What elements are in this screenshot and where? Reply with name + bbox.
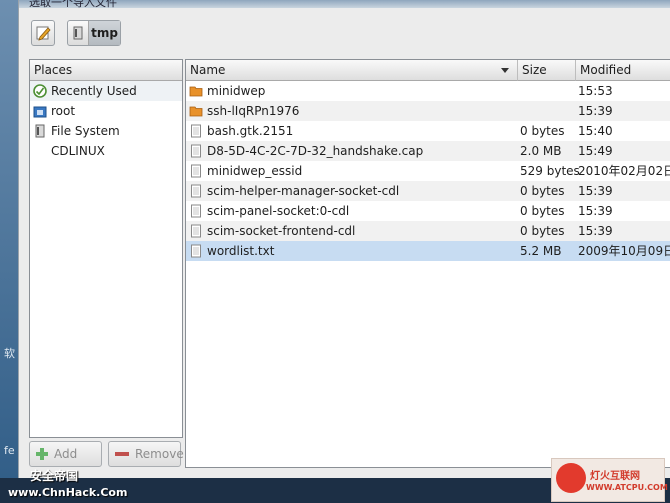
file-icon: [191, 224, 201, 238]
file-icon: [191, 184, 201, 198]
plus-icon: [36, 448, 48, 460]
file-name: minidwep_essid: [207, 164, 303, 178]
add-label: Add: [54, 447, 78, 461]
sort-down-icon: [501, 68, 509, 73]
file-icon: [191, 164, 201, 178]
file-name: minidwep: [207, 84, 266, 98]
watermark-url: www.ChnHack.Com: [8, 486, 128, 499]
file-icon: [191, 144, 201, 158]
folder-icon: [189, 86, 203, 97]
watermark-text: 安全帝国: [30, 469, 79, 483]
drive-icon: [73, 26, 83, 40]
file-row[interactable]: wordlist.txt 5.2 MB 2009年10月09日: [186, 241, 670, 261]
file-modified: 15:39: [578, 184, 613, 198]
home-folder-icon: [33, 106, 47, 118]
file-row[interactable]: minidwep_essid 529 bytes 2010年02月02日: [186, 161, 670, 181]
column-header-name[interactable]: Name: [186, 60, 518, 81]
path-root-button[interactable]: [68, 21, 89, 45]
remove-bookmark-button[interactable]: Remove: [108, 441, 184, 467]
file-modified: 15:40: [578, 124, 613, 138]
column-label: Name: [190, 63, 226, 77]
file-size: 0 bytes: [520, 184, 565, 198]
add-bookmark-button[interactable]: Add: [29, 441, 102, 467]
places-item-cdlinux[interactable]: CDLINUX: [30, 141, 182, 161]
file-icon: [191, 244, 201, 258]
file-modified: 15:39: [578, 204, 613, 218]
places-item-root[interactable]: root: [30, 101, 182, 121]
file-list: Name Size Modified minidwep 15:53 ssh-lIqR…: [185, 59, 670, 468]
desktop-left-strip: 软 fe: [0, 0, 18, 503]
path-tmp-button[interactable]: tmp: [89, 21, 120, 45]
path-bar: tmp: [67, 20, 121, 46]
file-name: ssh-lIqRPn1976: [207, 104, 300, 118]
type-location-button[interactable]: [31, 20, 55, 46]
file-size: 2.0 MB: [520, 144, 562, 158]
places-item-label: CDLINUX: [51, 144, 105, 158]
remove-label: Remove: [135, 447, 184, 461]
title-bar[interactable]: 选取一个导入文件: [19, 0, 670, 8]
minus-icon: [115, 452, 129, 456]
desktop-text: fe: [4, 444, 15, 457]
file-name: bash.gtk.2151: [207, 124, 294, 138]
column-label: Size: [522, 63, 547, 77]
places-item-label: File System: [51, 124, 120, 138]
file-modified: 15:39: [578, 224, 613, 238]
file-modified: 2010年02月02日: [578, 164, 670, 178]
file-icon: [191, 204, 201, 218]
places-item-label: root: [51, 104, 76, 118]
file-name: scim-helper-manager-socket-cdl: [207, 184, 400, 198]
file-modified: 2009年10月09日: [578, 244, 670, 258]
file-name: scim-socket-frontend-cdl: [207, 224, 356, 238]
file-size: 0 bytes: [520, 124, 565, 138]
file-modified: 15:39: [578, 104, 613, 118]
watermark-logo: 灯火互联网 WWW.ATCPU.COM: [551, 458, 668, 502]
places-pane: Places Recently Used root File System CD…: [29, 59, 183, 438]
column-header-modified[interactable]: Modified: [576, 60, 670, 81]
file-name: wordlist.txt: [207, 244, 275, 258]
file-row[interactable]: ssh-lIqRPn1976 15:39: [186, 101, 670, 121]
logo-url: WWW.ATCPU.COM: [586, 483, 668, 492]
file-row[interactable]: scim-panel-socket:0-cdl 0 bytes 15:39: [186, 201, 670, 221]
places-item-recently-used[interactable]: Recently Used: [30, 81, 182, 101]
file-size: 529 bytes: [520, 164, 580, 178]
window-title: 选取一个导入文件: [29, 0, 117, 8]
drive-icon: [35, 124, 45, 138]
file-size: 0 bytes: [520, 204, 565, 218]
logo-icon: [556, 463, 586, 493]
recently-used-icon: [33, 84, 47, 98]
file-modified: 15:49: [578, 144, 613, 158]
file-modified: 15:53: [578, 84, 613, 98]
file-row[interactable]: scim-socket-frontend-cdl 0 bytes 15:39: [186, 221, 670, 241]
file-name: scim-panel-socket:0-cdl: [207, 204, 350, 218]
file-rows: minidwep 15:53 ssh-lIqRPn1976 15:39 bash.gtk…: [186, 81, 670, 261]
file-chooser-dialog: 选取一个导入文件 tmp Places Recently Used root F…: [18, 0, 670, 478]
file-size: 0 bytes: [520, 224, 565, 238]
folder-icon: [189, 106, 203, 117]
file-row[interactable]: minidwep 15:53: [186, 81, 670, 101]
column-header-size[interactable]: Size: [518, 60, 576, 81]
file-size: 5.2 MB: [520, 244, 562, 258]
file-row[interactable]: bash.gtk.2151 0 bytes 15:40: [186, 121, 670, 141]
file-icon: [191, 124, 201, 138]
edit-pencil-icon: [36, 26, 51, 41]
file-list-header: Name Size Modified: [186, 60, 670, 81]
places-item-label: Recently Used: [51, 84, 137, 98]
logo-text: 灯火互联网: [590, 471, 640, 482]
places-item-file-system[interactable]: File System: [30, 121, 182, 141]
column-label: Modified: [580, 63, 632, 77]
file-row[interactable]: D8-5D-4C-2C-7D-32_handshake.cap 2.0 MB 15:…: [186, 141, 670, 161]
file-name: D8-5D-4C-2C-7D-32_handshake.cap: [207, 144, 424, 158]
desktop-text: 软: [4, 347, 15, 360]
places-header[interactable]: Places: [30, 60, 182, 81]
file-row[interactable]: scim-helper-manager-socket-cdl 0 bytes 15:…: [186, 181, 670, 201]
